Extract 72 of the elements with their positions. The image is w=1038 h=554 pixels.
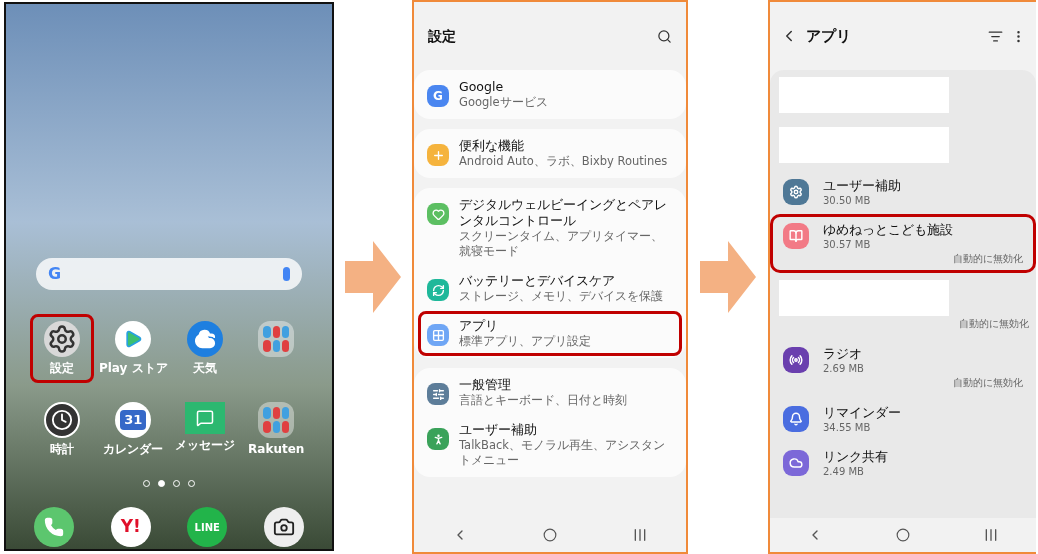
yahoo-app-icon[interactable]: Y! — [110, 507, 151, 547]
screen-title: アプリ — [806, 25, 852, 47]
item-subtitle: 言語とキーボード、日付と時刻 — [459, 393, 627, 408]
app-label: メッセージ — [174, 438, 235, 453]
app-shortcut[interactable]: 31 カレンダー — [101, 395, 166, 464]
settings-item[interactable]: アプリ 標準アプリ、アプリ設定 — [418, 311, 682, 356]
status-text: 自動的に無効化 — [953, 376, 1023, 390]
home-icon[interactable] — [896, 528, 910, 542]
folder-icon — [258, 402, 295, 438]
app-list-item[interactable]: リンク共有 2.49 MB — [770, 441, 1036, 485]
google-logo: G — [48, 266, 62, 282]
app-list-item[interactable]: ラジオ 2.69 MB 自動的に無効化 — [770, 338, 1036, 397]
item-subtitle: Googleサービス — [459, 95, 548, 110]
item-subtitle: TalkBack、モノラル再生、アシスタントメニュー — [459, 438, 666, 468]
app-list-item[interactable]: リマインダー 34.55 MB — [770, 397, 1036, 441]
item-subtitle: Android Auto、ラボ、Bixby Routines — [459, 154, 668, 169]
right-arrow-icon — [700, 241, 756, 313]
app-name: ラジオ — [823, 345, 863, 362]
status-text: 自動的に無効化 — [959, 317, 1030, 331]
app-size: 30.50 MB — [823, 194, 872, 207]
item-subtitle: スクリーンタイム、アプリタイマー、就寝モード — [459, 229, 664, 259]
app-shortcut[interactable]: Rakuten — [244, 395, 309, 464]
app-label: カレンダー — [103, 442, 164, 457]
app-label: Play ストア — [98, 361, 168, 376]
settings-item[interactable]: ユーザー補助 TalkBack、モノラル再生、アシスタントメニュー — [418, 415, 682, 475]
settings-item[interactable]: 便利な機能 Android Auto、ラボ、Bixby Routines — [418, 131, 682, 176]
app-label: 設定 — [49, 361, 74, 376]
play-icon — [115, 321, 152, 357]
google-logo: G — [427, 85, 449, 107]
item-title: バッテリーとデバイスケア — [459, 273, 616, 289]
app-name: リンク共有 — [823, 448, 888, 465]
app-name: ゆめねっとこども施設 — [823, 221, 953, 238]
clock-icon — [43, 402, 80, 438]
home-icon[interactable] — [543, 528, 557, 542]
settings-item[interactable]: G Google Googleサービス — [418, 72, 682, 117]
item-subtitle: ストレージ、メモリ、デバイスを保護 — [459, 289, 663, 304]
item-subtitle: 標準アプリ、アプリ設定 — [459, 334, 591, 349]
cloud-icon — [186, 321, 223, 357]
right-arrow-icon — [345, 241, 401, 313]
settings-item[interactable]: 一般管理 言語とキーボード、日付と時刻 — [418, 370, 682, 415]
calendar-icon: 31 — [115, 402, 152, 438]
folder-icon — [258, 321, 295, 357]
search-icon[interactable] — [657, 28, 672, 44]
app-label: Rakuten — [248, 442, 305, 457]
app-list-item[interactable]: ゆめねっとこども施設 30.57 MB 自動的に無効化 — [770, 214, 1036, 273]
app-size: 2.69 MB — [823, 362, 864, 375]
item-title: 便利な機能 — [459, 138, 525, 154]
item-title: 一般管理 — [459, 377, 512, 393]
app-size: 34.55 MB — [823, 421, 872, 434]
settings-item[interactable]: デジタルウェルビーイングとペアレンタルコントロール スクリーンタイム、アプリタイマー、就寝モード — [418, 190, 682, 266]
app-name: リマインダー — [823, 404, 901, 421]
phone-icon[interactable] — [34, 507, 75, 547]
app-name: ユーザー補助 — [823, 177, 901, 194]
item-title: アプリ — [459, 318, 499, 334]
item-title: デジタルウェルビーイングとペアレンタルコントロール — [459, 197, 668, 229]
app-label: 天気 — [192, 361, 217, 376]
app-shortcut[interactable]: メッセージ — [172, 395, 237, 464]
camera-icon[interactable] — [263, 507, 304, 547]
message-icon — [184, 402, 225, 434]
settings-item[interactable]: バッテリーとデバイスケア ストレージ、メモリ、デバイスを保護 — [418, 266, 682, 311]
app-size: 30.57 MB — [823, 238, 872, 251]
screen-title: 設定 — [428, 26, 456, 46]
gear-icon — [43, 321, 80, 357]
app-label: 時計 — [49, 442, 74, 457]
item-title: Google — [459, 79, 505, 95]
app-size: 2.49 MB — [823, 465, 865, 478]
status-text: 自動的に無効化 — [953, 252, 1023, 266]
microphone-icon — [283, 267, 290, 281]
filter-icon[interactable] — [988, 28, 1003, 44]
item-title: ユーザー補助 — [459, 422, 538, 438]
app-list-item[interactable]: ユーザー補助 30.50 MB — [770, 170, 1036, 214]
app-shortcut[interactable]: 時計 — [29, 395, 94, 464]
